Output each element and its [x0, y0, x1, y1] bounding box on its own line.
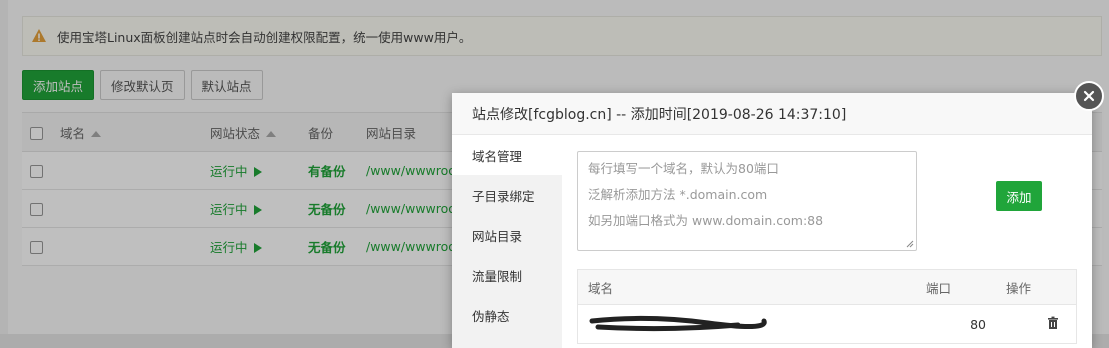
add-domain-button[interactable]: 添加 [996, 181, 1042, 211]
close-dialog-button[interactable] [1074, 81, 1104, 111]
port-value: 80 [970, 316, 986, 332]
dialog-title: 站点修改[fcgblog.cn] -- 添加时间[2019-08-26 14:3… [452, 93, 1092, 135]
placeholder-line: 每行填写一个域名，默认为80端口 [588, 161, 779, 176]
menu-item-subdir-binding[interactable]: 子目录绑定 [452, 175, 562, 215]
action-column-header: 操作 [996, 269, 1077, 305]
menu-item-traffic-limit[interactable]: 流量限制 [452, 255, 562, 295]
menu-item-domain-management[interactable]: 域名管理 [452, 135, 562, 175]
redacted-domain [589, 315, 767, 331]
site-edit-dialog: 站点修改[fcgblog.cn] -- 添加时间[2019-08-26 14:3… [452, 93, 1092, 348]
menu-item-rewrite[interactable]: 伪静态 [452, 295, 562, 335]
menu-item-site-directory[interactable]: 网站目录 [452, 215, 562, 255]
domain-input-textarea[interactable]: 每行填写一个域名，默认为80端口 泛解析添加方法 *.domain.com 如另… [577, 151, 917, 251]
domain-column-header: 域名 [577, 269, 916, 305]
domain-table-header: 域名 端口 操作 [577, 269, 1077, 305]
table-row: 80 [578, 305, 1077, 344]
placeholder-line: 如另加端口格式为 www.domain.com:88 [588, 213, 824, 228]
port-column-header: 端口 [916, 269, 996, 305]
domain-table: 域名 端口 操作 80 [577, 269, 1077, 344]
resize-grip-icon[interactable] [906, 240, 914, 248]
close-icon [1083, 90, 1095, 102]
dialog-side-menu: 域名管理 子目录绑定 网站目录 流量限制 伪静态 [452, 135, 562, 348]
placeholder-line: 泛解析添加方法 *.domain.com [588, 187, 768, 202]
trash-icon[interactable] [1046, 316, 1060, 330]
